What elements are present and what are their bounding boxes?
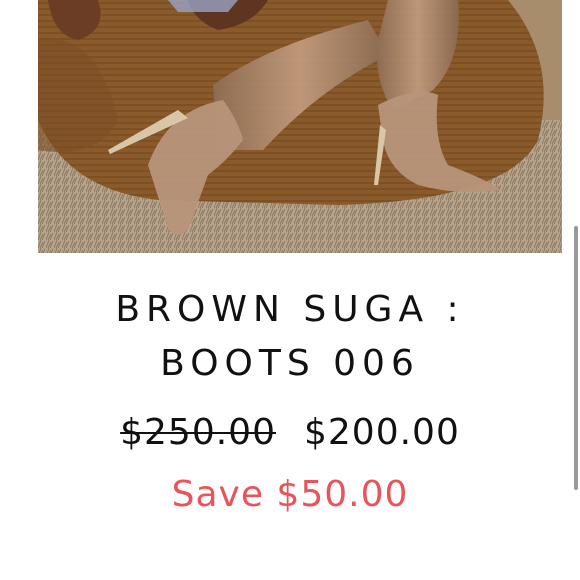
original-price: $250.00 (120, 412, 276, 453)
product-image[interactable] (38, 0, 562, 253)
savings-label: Save $50.00 (171, 474, 409, 515)
price-row: $250.00 $200.00 (0, 415, 580, 451)
product-title-line-1: BROWN SUGA : (115, 289, 465, 330)
sale-price: $200.00 (304, 412, 460, 453)
product-title-line-2: BOOTS 006 (160, 343, 420, 384)
product-page: BROWN SUGA : BOOTS 006 $250.00 $200.00 Sa… (0, 0, 580, 580)
